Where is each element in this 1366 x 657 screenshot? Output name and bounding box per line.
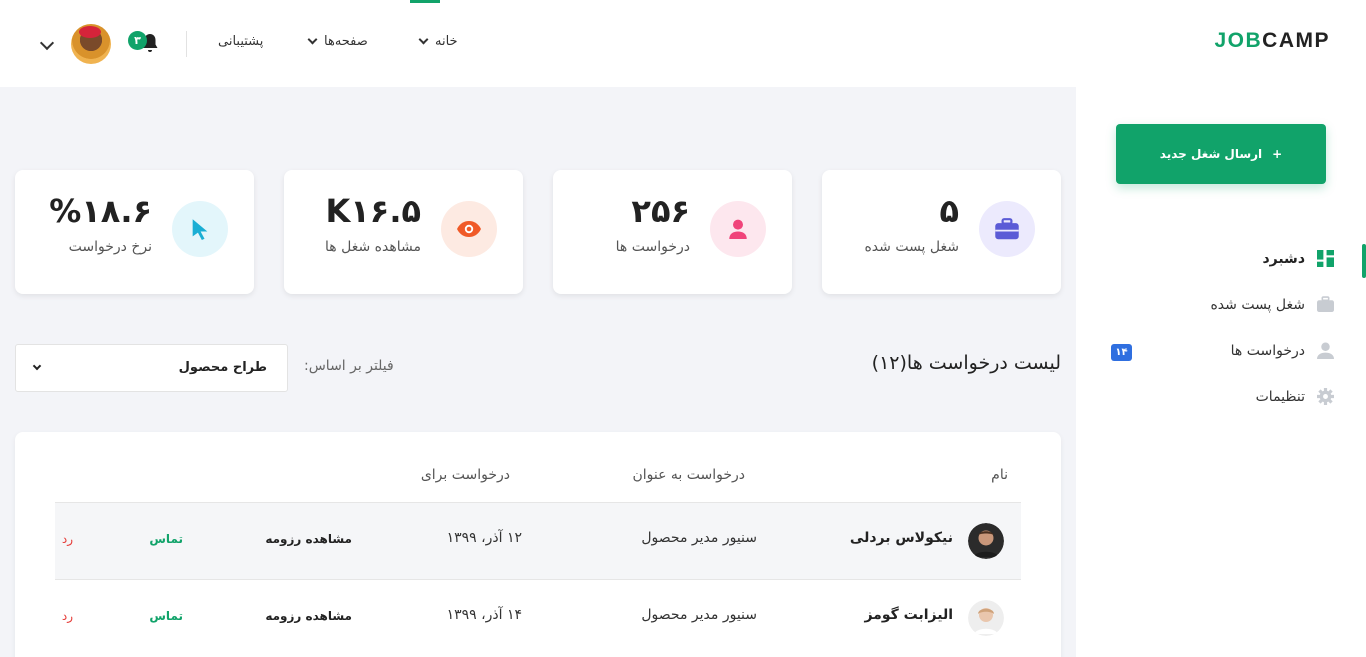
- stat-value: %۱۸.۶: [49, 192, 152, 230]
- contact-link[interactable]: تماس: [149, 609, 183, 623]
- sidebar-item-dashboard[interactable]: دشبرد: [1262, 250, 1334, 267]
- column-header-date: درخواست برای: [420, 467, 510, 483]
- applicant-avatar: [968, 600, 1004, 636]
- stat-card-application-rate: %۱۸.۶ نرخ درخواست: [15, 170, 254, 294]
- chevron-down-icon: [418, 34, 429, 45]
- header-divider: [186, 31, 187, 57]
- stat-card-applications: ۲۵۶ درخواست ها: [553, 170, 792, 294]
- view-resume-link[interactable]: مشاهده رزومه: [265, 609, 352, 623]
- user-icon: [1317, 342, 1334, 359]
- application-date: ۱۴ آذر، ۱۳۹۹: [446, 607, 522, 623]
- table-row: الیزابت گومز سنیور مدیر محصول ۱۴ آذر، ۱۳…: [55, 579, 1021, 656]
- applications-count-badge: ۱۴: [1111, 344, 1132, 361]
- view-resume-link[interactable]: مشاهده رزومه: [265, 532, 352, 546]
- filter-selected-value: طراح محصول: [178, 360, 267, 375]
- application-date: ۱۲ آذر، ۱۳۹۹: [446, 530, 522, 546]
- contact-link[interactable]: تماس: [149, 532, 183, 546]
- reject-link[interactable]: رد: [62, 532, 73, 546]
- applied-position: سنیور مدیر محصول: [641, 607, 757, 623]
- new-job-button[interactable]: + ارسال شغل جدید: [1116, 124, 1326, 184]
- briefcase-icon: [1317, 296, 1334, 312]
- applicant-name: نیکولاس بردلی: [849, 530, 953, 546]
- stat-value: ۵: [939, 192, 959, 230]
- new-job-label: ارسال شغل جدید: [1159, 147, 1263, 161]
- logo[interactable]: JOBCAMP: [1214, 29, 1330, 53]
- reject-link[interactable]: رد: [62, 609, 73, 623]
- briefcase-icon: [995, 218, 1019, 240]
- gear-icon: [1317, 388, 1334, 405]
- sidebar: + ارسال شغل جدید دشبرد شغل پست شده درخوا…: [1076, 87, 1366, 657]
- stat-icon-bg: [441, 201, 497, 257]
- stat-icon-bg: [979, 201, 1035, 257]
- chevron-down-icon: [307, 34, 318, 45]
- nav-pages[interactable]: صفحه‌ها: [307, 34, 368, 49]
- stat-card-posted-jobs: ۵ شغل پست شده: [822, 170, 1061, 294]
- sidebar-item-posted-jobs[interactable]: شغل پست شده: [1210, 296, 1334, 313]
- table-row: نیکولاس بردلی سنیور مدیر محصول ۱۲ آذر، ۱…: [55, 502, 1021, 579]
- nav-support-label: پشتیبانی: [218, 34, 264, 49]
- column-header-name: نام: [991, 467, 1008, 483]
- nav-pages-label: صفحه‌ها: [324, 34, 368, 49]
- stat-label: شغل پست شده: [864, 239, 959, 255]
- filter-label: فیلتر بر اساس:: [304, 358, 394, 374]
- plus-icon: +: [1272, 147, 1283, 161]
- stat-value: K۱۶.۵: [325, 192, 421, 230]
- applied-position: سنیور مدیر محصول: [641, 530, 757, 546]
- nav-active-indicator: [410, 0, 440, 3]
- filter-select[interactable]: طراح محصول: [15, 344, 288, 392]
- cursor-icon: [192, 219, 208, 240]
- user-avatar[interactable]: [71, 24, 111, 64]
- applicant-name: الیزابت گومز: [864, 607, 953, 623]
- sidebar-item-applications[interactable]: درخواست ها: [1231, 342, 1334, 359]
- nav-home[interactable]: خانه: [418, 34, 458, 49]
- top-header: JOBCAMP خانه صفحه‌ها پشتیبانی ۳: [0, 0, 1366, 87]
- nav-home-label: خانه: [435, 34, 458, 49]
- chevron-down-icon: [32, 361, 42, 371]
- column-header-title: درخواست به عنوان: [632, 467, 745, 483]
- logo-part2: CAMP: [1262, 29, 1330, 52]
- stat-card-job-views: K۱۶.۵ مشاهده شغل ها: [284, 170, 523, 294]
- user-menu-chevron-icon[interactable]: [39, 35, 55, 51]
- stat-label: نرخ درخواست: [68, 239, 152, 255]
- dashboard-icon: [1317, 250, 1334, 267]
- stat-icon-bg: [172, 201, 228, 257]
- sidebar-item-settings[interactable]: تنظیمات: [1256, 388, 1334, 405]
- sidebar-item-label: شغل پست شده: [1210, 296, 1305, 313]
- sidebar-item-label: درخواست ها: [1230, 342, 1305, 359]
- eye-icon: [457, 221, 481, 237]
- applications-list-title: لیست درخواست ها(۱۲): [871, 352, 1061, 374]
- stat-value: ۲۵۶: [631, 192, 690, 230]
- applications-table: نام درخواست به عنوان درخواست برای نیکولا…: [15, 432, 1061, 657]
- sidebar-item-label: تنظیمات: [1255, 388, 1305, 405]
- stat-label: مشاهده شغل ها: [325, 239, 421, 255]
- notification-badge: ۳: [128, 31, 147, 50]
- user-icon: [729, 219, 747, 239]
- menu-active-indicator: [1362, 244, 1366, 278]
- sidebar-item-label: دشبرد: [1262, 250, 1305, 267]
- stat-label: درخواست ها: [615, 239, 690, 255]
- nav-support[interactable]: پشتیبانی: [218, 34, 263, 49]
- applicant-avatar: [968, 523, 1004, 559]
- stat-icon-bg: [710, 201, 766, 257]
- logo-part1: JOB: [1214, 29, 1263, 52]
